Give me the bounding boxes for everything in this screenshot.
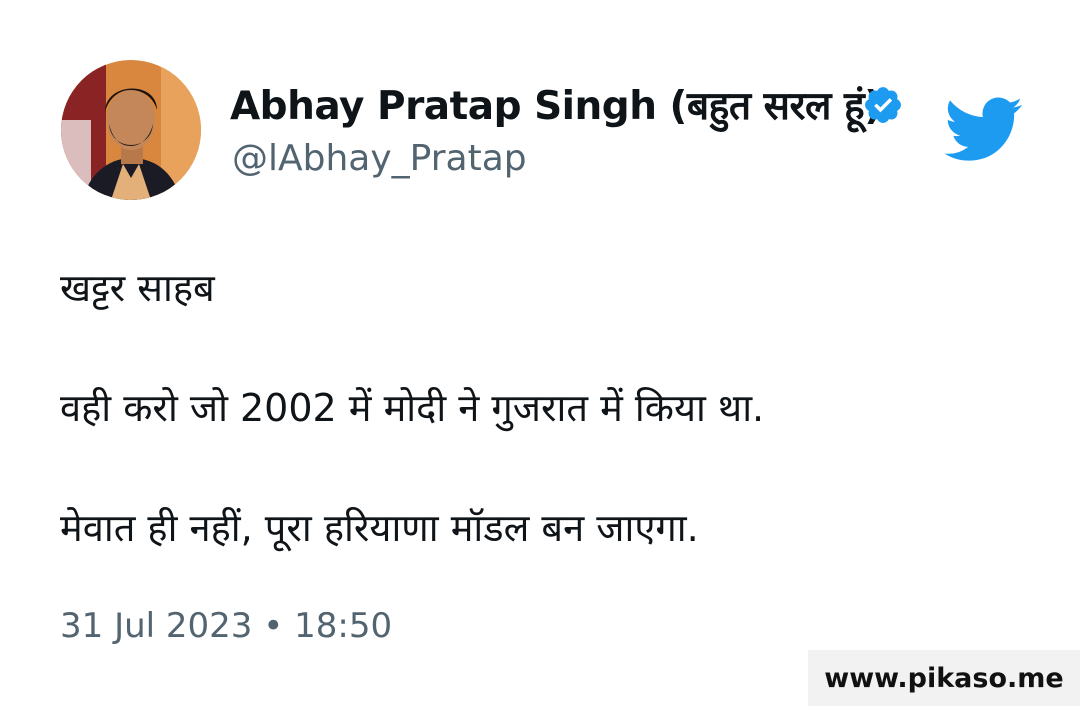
tweet-text: खट्टर साहब वही करो जो 2002 में मोदी ने ग… <box>60 260 1040 556</box>
tweet-card: Abhay Pratap Singh (बहुत सरल हूं) @lAbha… <box>0 0 1080 706</box>
tweet-timestamp[interactable]: 31 Jul 2023 • 18:50 <box>60 606 392 646</box>
tweet-line: वही करो जो 2002 में मोदी ने गुजरात में क… <box>60 386 765 430</box>
tweet-line: मेवात ही नहीं, पूरा हरियाणा मॉडल बन जाएग… <box>60 506 699 550</box>
watermark: www.pikaso.me <box>808 650 1080 706</box>
tweet-line: खट्टर साहब <box>60 266 215 310</box>
twitter-bird-icon <box>944 97 1023 161</box>
avatar-image <box>61 60 201 200</box>
display-name[interactable]: Abhay Pratap Singh (बहुत सरल हूं) <box>230 78 882 131</box>
verified-badge-icon <box>865 87 901 123</box>
user-handle[interactable]: @lAbhay_Pratap <box>232 138 527 179</box>
avatar[interactable] <box>61 60 201 200</box>
watermark-text: www.pikaso.me <box>824 662 1064 694</box>
